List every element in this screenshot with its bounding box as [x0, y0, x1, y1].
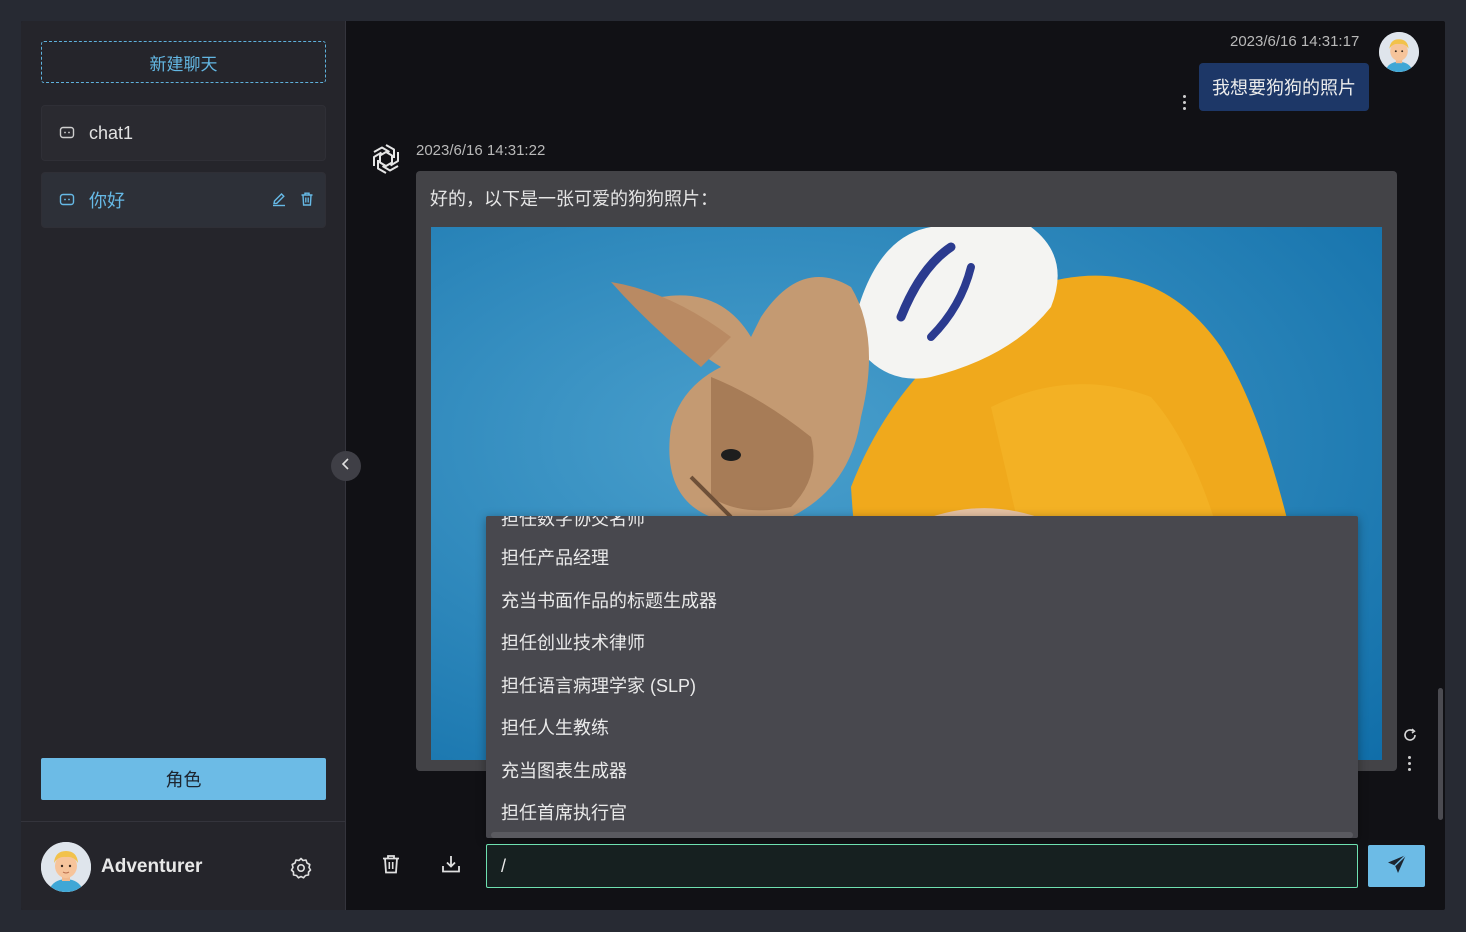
- chat-actions: [271, 191, 315, 212]
- paper-plane-icon: [1386, 853, 1408, 880]
- more-vertical-icon[interactable]: [1183, 95, 1186, 110]
- trash-icon: [380, 853, 402, 880]
- more-vertical-icon[interactable]: [1408, 756, 1411, 771]
- chat-scrollbar[interactable]: [1438, 688, 1443, 820]
- send-button[interactable]: [1368, 845, 1425, 887]
- refresh-icon[interactable]: [1402, 727, 1418, 748]
- menu-item[interactable]: 担任创业技术律师: [501, 629, 645, 655]
- sidebar-item-nihao[interactable]: 你好: [41, 172, 326, 228]
- clear-chat-button[interactable]: [376, 851, 406, 881]
- openai-logo-icon: [368, 141, 404, 182]
- download-icon: [440, 853, 462, 880]
- chat-title: chat1: [89, 122, 134, 143]
- chat-input[interactable]: [486, 844, 1358, 888]
- chat-bubble-icon: [59, 192, 75, 208]
- menu-scrollbar[interactable]: [491, 832, 1353, 838]
- pencil-icon[interactable]: [271, 191, 287, 212]
- user-message-avatar: [1379, 32, 1419, 72]
- user-message-bubble: 我想要狗狗的照片: [1199, 63, 1369, 111]
- role-button[interactable]: 角色: [41, 758, 326, 800]
- menu-item[interactable]: 担任语言病理学家 (SLP): [501, 672, 696, 698]
- avatar[interactable]: [41, 842, 91, 892]
- prompt-suggestion-menu: 担任数字协交名师 担任产品经理 充当书面作品的标题生成器 担任创业技术律师 担任…: [486, 516, 1358, 838]
- trash-icon[interactable]: [299, 191, 315, 212]
- download-button[interactable]: [436, 851, 466, 881]
- menu-item[interactable]: 担任首席执行官: [501, 799, 627, 825]
- chat-bubble-icon: [59, 125, 75, 141]
- app-window: 新建聊天 chat1 你好 角色 Adventurer 2023/6/16 14…: [21, 21, 1445, 910]
- menu-item[interactable]: 充当书面作品的标题生成器: [501, 587, 717, 613]
- chat-title: 你好: [89, 191, 125, 211]
- new-chat-button[interactable]: 新建聊天: [41, 41, 326, 83]
- user-name: Adventurer: [101, 856, 203, 877]
- menu-item[interactable]: 担任数字协交名师: [501, 516, 645, 531]
- bot-message-text: 好的，以下是一张可爱的狗狗照片：: [430, 189, 718, 209]
- sidebar: 新建聊天 chat1 你好 角色 Adventurer: [21, 21, 346, 910]
- bot-message-timestamp: 2023/6/16 14:31:22: [416, 142, 546, 159]
- menu-item[interactable]: 担任人生教练: [501, 714, 609, 740]
- collapse-sidebar-button[interactable]: [331, 451, 361, 481]
- menu-item[interactable]: 充当图表生成器: [501, 757, 627, 783]
- sidebar-item-chat1[interactable]: chat1: [41, 105, 326, 161]
- sidebar-footer: Adventurer: [21, 821, 346, 910]
- user-message-timestamp: 2023/6/16 14:31:17: [1230, 33, 1360, 50]
- menu-item[interactable]: 担任产品经理: [501, 544, 609, 570]
- chevron-left-icon: [339, 457, 353, 476]
- gear-icon[interactable]: [289, 856, 313, 885]
